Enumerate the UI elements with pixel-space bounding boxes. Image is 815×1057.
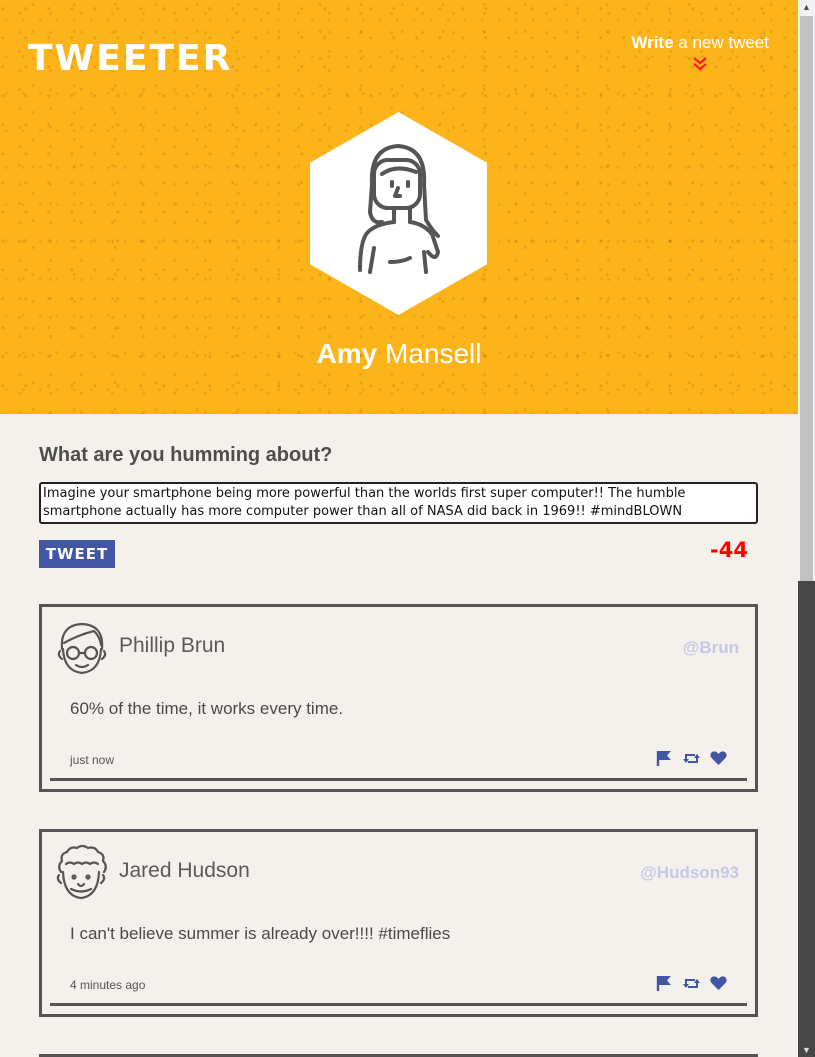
tweet-actions: [655, 750, 728, 767]
compose-link-text: a new tweet: [673, 33, 769, 52]
compose-link-bold: Write: [631, 33, 674, 52]
character-counter: -44: [710, 538, 748, 562]
write-new-tweet-link[interactable]: Write a new tweet: [631, 33, 769, 72]
heart-icon[interactable]: [709, 975, 728, 992]
tweet-author-name: Jared Hudson: [119, 859, 250, 882]
flag-icon[interactable]: [655, 975, 674, 992]
heart-icon[interactable]: [709, 750, 728, 767]
glasses-man-icon: [57, 622, 107, 675]
tweet-text: 60% of the time, it works every time.: [70, 699, 344, 718]
page: TWEETER Write a new tweet Amy Mansell Wh…: [0, 0, 798, 1057]
tweet-card: Jared Hudson @Hudson93 I can't believe s…: [39, 829, 758, 1017]
page-scrollbar[interactable]: ▲ ▼: [798, 0, 815, 1057]
tweet-card: Phillip Brun @Brun 60% of the time, it w…: [39, 604, 758, 792]
scroll-up-arrow-icon[interactable]: ▲: [798, 0, 815, 14]
tweet-composer: What are you humming about? Imagine your…: [39, 444, 758, 568]
profile-name: Amy Mansell: [0, 338, 798, 370]
retweet-icon[interactable]: [682, 975, 701, 992]
tweet-text: I can't believe summer is already over!!…: [70, 924, 451, 943]
profile-header: TWEETER Write a new tweet Amy Mansell: [0, 0, 798, 414]
tweet-author-handle[interactable]: @Brun: [683, 638, 739, 658]
tweet-author-handle[interactable]: @Hudson93: [640, 863, 739, 883]
profile-last-name: Mansell: [377, 338, 482, 369]
tweet-footer-rule: [50, 778, 747, 781]
scroll-down-arrow-icon[interactable]: ▼: [798, 1043, 815, 1057]
tweet-input[interactable]: Imagine your smartphone being more power…: [39, 482, 758, 524]
tweet-timestamp: 4 minutes ago: [70, 978, 146, 992]
double-chevron-down-icon[interactable]: [692, 56, 708, 72]
retweet-icon[interactable]: [682, 750, 701, 767]
profile-avatar: [310, 112, 487, 315]
tweet-button[interactable]: TWEET: [39, 540, 115, 568]
composer-heading: What are you humming about?: [39, 444, 333, 466]
profile-first-name: Amy: [316, 338, 378, 369]
tweet-timestamp: just now: [70, 753, 115, 767]
tweet-author-name: Phillip Brun: [119, 634, 226, 657]
app-logo[interactable]: TWEETER: [28, 38, 232, 79]
scrollbar-track[interactable]: [798, 581, 815, 1047]
scrollbar-thumb[interactable]: [800, 16, 813, 581]
flag-icon[interactable]: [655, 750, 674, 767]
tweet-footer-rule: [50, 1003, 747, 1006]
curly-hair-man-icon: [56, 844, 107, 900]
tweet-actions: [655, 975, 728, 992]
